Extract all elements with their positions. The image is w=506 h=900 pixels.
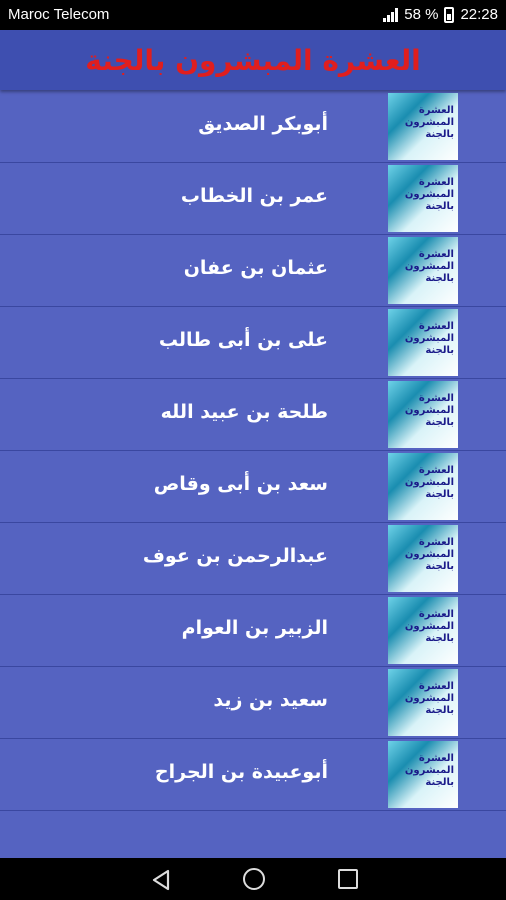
thumbnail-text: العشرة المبشرون بالجنة (404, 537, 454, 572)
item-thumbnail: العشرة المبشرون بالجنة (388, 381, 458, 448)
list-item-label: سعد بن أبى وقاص (153, 473, 328, 495)
list-item-label: عمر بن الخطاب (180, 185, 328, 207)
status-bar: Maroc Telecom 58 % 22:28 (0, 0, 506, 30)
item-thumbnail: العشرة المبشرون بالجنة (388, 597, 458, 664)
list-item-label: سعيد بن زيد (213, 689, 328, 711)
list-item[interactable]: العشرة المبشرون بالجنة على بن أبى طالب (0, 307, 506, 379)
item-thumbnail: العشرة المبشرون بالجنة (388, 165, 458, 232)
battery-percent: 58 % (404, 6, 439, 23)
home-icon[interactable] (243, 868, 265, 890)
list-item[interactable]: العشرة المبشرون بالجنة عثمان بن عفان (0, 235, 506, 307)
list-item[interactable]: العشرة المبشرون بالجنة أبوعبيدة بن الجرا… (0, 739, 506, 811)
list-item[interactable]: العشرة المبشرون بالجنة عبدالرحمن بن عوف (0, 523, 506, 595)
status-indicators: 58 % 22:28 (383, 6, 498, 23)
page-title: العشرة المبشرون بالجنة (85, 43, 421, 77)
list-item[interactable]: العشرة المبشرون بالجنة أبوبكر الصديق (0, 91, 506, 163)
list-item-label: على بن أبى طالب (158, 329, 328, 351)
clock: 22:28 (460, 6, 498, 23)
thumbnail-text: العشرة المبشرون بالجنة (404, 177, 454, 212)
list-item-label: عثمان بن عفان (183, 257, 328, 279)
list-item[interactable]: العشرة المبشرون بالجنة سعيد بن زيد (0, 667, 506, 739)
thumbnail-text: العشرة المبشرون بالجنة (404, 105, 454, 140)
navigation-bar (0, 858, 506, 900)
list-item-label: طلحة بن عبيد الله (160, 401, 328, 423)
item-thumbnail: العشرة المبشرون بالجنة (388, 237, 458, 304)
thumbnail-text: العشرة المبشرون بالجنة (404, 681, 454, 716)
list-item-label: الزبير بن العوام (181, 617, 328, 639)
companions-list: العشرة المبشرون بالجنة أبوبكر الصديق الع… (0, 91, 506, 811)
carrier-name: Maroc Telecom (8, 6, 110, 23)
recents-icon[interactable] (338, 869, 358, 889)
list-item-label: أبوعبيدة بن الجراح (154, 761, 328, 783)
back-icon[interactable] (151, 869, 171, 891)
thumbnail-text: العشرة المبشرون بالجنة (404, 609, 454, 644)
signal-icon (383, 7, 399, 22)
list-item[interactable]: العشرة المبشرون بالجنة عمر بن الخطاب (0, 163, 506, 235)
item-thumbnail: العشرة المبشرون بالجنة (388, 669, 458, 736)
list-item[interactable]: العشرة المبشرون بالجنة طلحة بن عبيد الله (0, 379, 506, 451)
list-item[interactable]: العشرة المبشرون بالجنة سعد بن أبى وقاص (0, 451, 506, 523)
thumbnail-text: العشرة المبشرون بالجنة (404, 249, 454, 284)
item-thumbnail: العشرة المبشرون بالجنة (388, 741, 458, 808)
battery-icon (444, 6, 455, 23)
item-thumbnail: العشرة المبشرون بالجنة (388, 309, 458, 376)
list-item-label: أبوبكر الصديق (198, 113, 328, 135)
thumbnail-text: العشرة المبشرون بالجنة (404, 321, 454, 356)
thumbnail-text: العشرة المبشرون بالجنة (404, 465, 454, 500)
list-item-label: عبدالرحمن بن عوف (142, 545, 328, 567)
list-item[interactable]: العشرة المبشرون بالجنة الزبير بن العوام (0, 595, 506, 667)
item-thumbnail: العشرة المبشرون بالجنة (388, 453, 458, 520)
item-thumbnail: العشرة المبشرون بالجنة (388, 93, 458, 160)
thumbnail-text: العشرة المبشرون بالجنة (404, 393, 454, 428)
item-thumbnail: العشرة المبشرون بالجنة (388, 525, 458, 592)
thumbnail-text: العشرة المبشرون بالجنة (404, 753, 454, 788)
app-header: العشرة المبشرون بالجنة (0, 30, 506, 90)
